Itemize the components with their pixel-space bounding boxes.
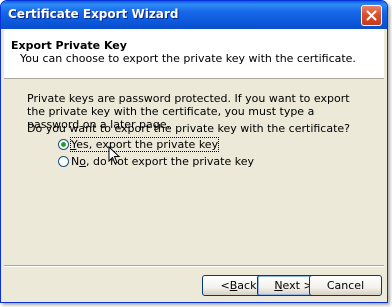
radio-no-export[interactable]: No, do not export the private key bbox=[58, 155, 254, 168]
mouse-cursor-icon bbox=[108, 146, 120, 165]
wizard-window: Certificate Export Wizard Export Private… bbox=[0, 0, 388, 303]
radio-no-label[interactable]: No, do not export the private key bbox=[71, 155, 254, 168]
close-icon bbox=[366, 10, 377, 21]
footer-divider bbox=[4, 265, 384, 267]
question-text: Do you want to export the private key wi… bbox=[27, 122, 351, 135]
radio-yes-label[interactable]: Yes, export the private key bbox=[69, 137, 220, 152]
page-title: Export Private Key bbox=[11, 39, 127, 52]
wizard-header: Export Private Key You can choose to exp… bbox=[4, 29, 384, 79]
radio-button[interactable] bbox=[58, 156, 69, 167]
page-subtitle: You can choose to export the private key… bbox=[20, 52, 356, 65]
radio-button-selected[interactable] bbox=[58, 139, 69, 150]
close-button[interactable] bbox=[361, 5, 382, 26]
radio-yes-export[interactable]: Yes, export the private key bbox=[58, 137, 220, 152]
cancel-button[interactable]: Cancel bbox=[309, 275, 382, 296]
title-bar[interactable]: Certificate Export Wizard bbox=[1, 1, 387, 29]
window-title: Certificate Export Wizard bbox=[8, 7, 179, 21]
